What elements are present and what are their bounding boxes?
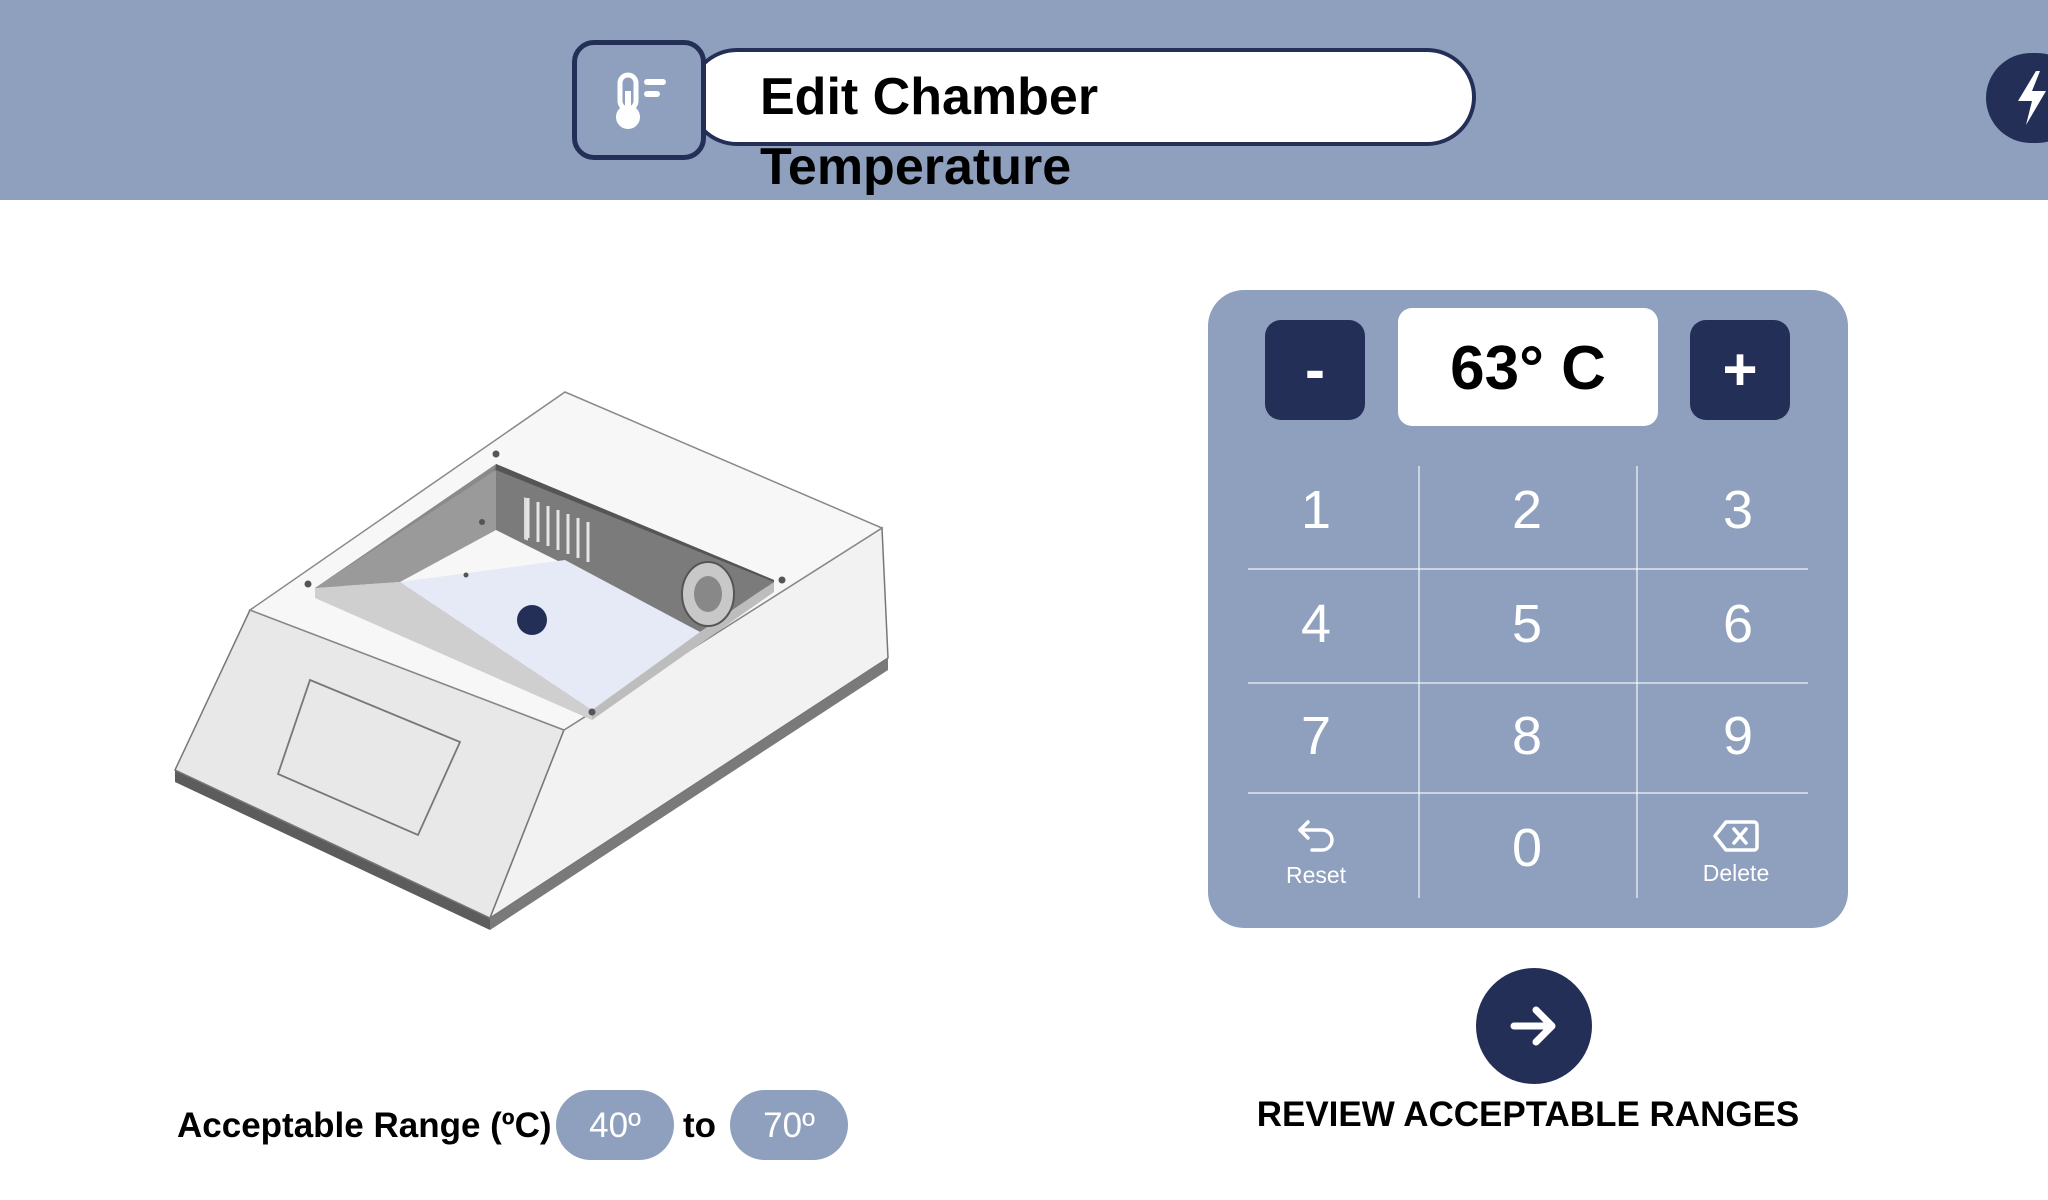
key-8[interactable]: 8 xyxy=(1427,682,1627,790)
temperature-display: 63° C xyxy=(1398,308,1658,426)
key-9[interactable]: 9 xyxy=(1638,682,1838,790)
backspace-icon xyxy=(1713,819,1759,852)
thermometer-icon xyxy=(616,72,666,129)
key-5[interactable]: 5 xyxy=(1427,570,1627,678)
increment-button[interactable]: + xyxy=(1690,320,1790,420)
key-0[interactable]: 0 xyxy=(1427,794,1627,902)
title-icon-badge xyxy=(572,40,706,160)
key-1[interactable]: 1 xyxy=(1216,456,1416,564)
key-2[interactable]: 2 xyxy=(1427,456,1627,564)
review-ranges-label: REVIEW ACCEPTABLE RANGES xyxy=(1256,1095,1800,1134)
undo-arrow-icon xyxy=(1298,819,1334,852)
key-7[interactable]: 7 xyxy=(1216,682,1416,790)
reset-key[interactable]: Reset xyxy=(1216,798,1416,906)
page-title: Edit Chamber Temperature xyxy=(760,68,1099,196)
numeric-keypad: - 63° C + 1 2 3 4 5 6 7 8 9 Reset 0 Dele… xyxy=(1208,290,1848,928)
chamber-device-illustration xyxy=(160,370,900,945)
reset-label: Reset xyxy=(1285,861,1347,888)
range-separator: to xyxy=(683,1106,717,1145)
key-4[interactable]: 4 xyxy=(1216,570,1416,678)
decrement-button[interactable]: - xyxy=(1265,320,1365,420)
arrow-right-icon xyxy=(1510,1006,1556,1046)
key-6[interactable]: 6 xyxy=(1638,570,1838,678)
delete-key[interactable]: Delete xyxy=(1636,798,1836,906)
sample-marker xyxy=(517,605,547,635)
key-3[interactable]: 3 xyxy=(1638,456,1838,564)
review-ranges-button[interactable] xyxy=(1476,968,1592,1084)
range-min-value: 40º xyxy=(556,1090,674,1160)
lightning-bolt-icon xyxy=(2018,71,2046,125)
acceptable-range-label: Acceptable Range (ºC) xyxy=(177,1106,552,1145)
range-max-value: 70º xyxy=(730,1090,848,1160)
delete-label: Delete xyxy=(1702,859,1770,886)
